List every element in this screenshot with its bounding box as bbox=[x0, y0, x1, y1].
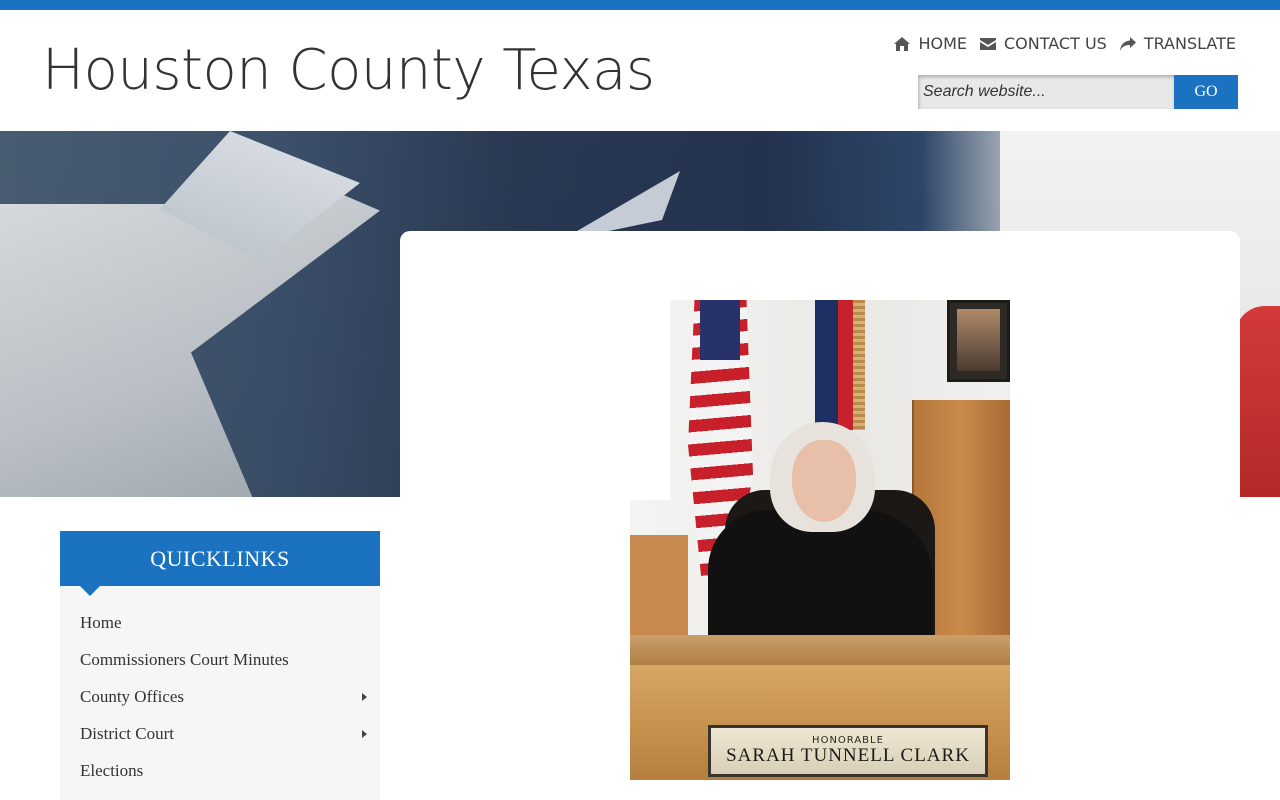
photo-background bbox=[630, 300, 670, 500]
quicklink-district-court[interactable]: District Court bbox=[60, 715, 380, 752]
photo-us-flag-canton bbox=[700, 300, 740, 360]
top-navigation: HOME CONTACT US TRANSLATE bbox=[893, 34, 1236, 53]
search-go-button[interactable]: GO bbox=[1174, 75, 1238, 109]
photo-nameplate: HONORABLE SARAH TUNNELL CLARK bbox=[708, 725, 988, 777]
caret-right-icon bbox=[362, 693, 367, 701]
nameplate-name: SARAH TUNNELL CLARK bbox=[726, 745, 970, 767]
quicklinks-list: Home Commissioners Court Minutes County … bbox=[60, 586, 380, 789]
quicklink-elections[interactable]: Elections bbox=[60, 752, 380, 789]
nav-home-label: HOME bbox=[918, 34, 967, 53]
photo-portrait-frame bbox=[947, 300, 1010, 382]
quicklink-county-offices[interactable]: County Offices bbox=[60, 678, 380, 715]
quicklinks-title: QUICKLINKS bbox=[150, 545, 290, 571]
share-arrow-icon bbox=[1119, 36, 1136, 51]
site-title[interactable]: Houston County Texas bbox=[42, 38, 655, 103]
quicklink-label: Home bbox=[80, 612, 122, 632]
home-icon bbox=[894, 36, 911, 51]
nav-contact-label: CONTACT US bbox=[1003, 34, 1107, 53]
nav-translate-link[interactable]: TRANSLATE bbox=[1119, 34, 1236, 53]
photo-bench-top bbox=[630, 635, 1010, 665]
photo-judge-face bbox=[792, 440, 856, 522]
quicklink-commissioners-court-minutes[interactable]: Commissioners Court Minutes bbox=[60, 641, 380, 678]
search-form: GO bbox=[918, 75, 1238, 109]
hero-flag-red-stripe bbox=[1235, 306, 1280, 497]
quicklinks-header-notch bbox=[80, 586, 100, 596]
photo-texas-flag bbox=[815, 300, 853, 430]
quicklink-label: County Offices bbox=[80, 686, 185, 706]
photo-cabinet bbox=[630, 535, 688, 645]
nav-contact-link[interactable]: CONTACT US bbox=[979, 34, 1107, 53]
quicklinks-header: QUICKLINKS bbox=[60, 531, 380, 596]
search-input[interactable] bbox=[918, 75, 1174, 109]
judge-photo: HONORABLE SARAH TUNNELL CLARK bbox=[630, 300, 1010, 780]
quicklink-home[interactable]: Home bbox=[60, 604, 380, 641]
nav-home-link[interactable]: HOME bbox=[893, 34, 967, 53]
quicklink-label: Elections bbox=[80, 760, 144, 780]
caret-right-icon bbox=[362, 730, 367, 738]
photo-portrait bbox=[957, 309, 1000, 371]
envelope-icon bbox=[979, 37, 996, 50]
top-accent-bar bbox=[0, 0, 1280, 10]
quicklink-label: District Court bbox=[80, 723, 174, 743]
nav-translate-label: TRANSLATE bbox=[1143, 34, 1236, 53]
site-header: Houston County Texas HOME CONTACT US TRA… bbox=[0, 10, 1280, 131]
quicklinks-panel: QUICKLINKS Home Commissioners Court Minu… bbox=[60, 531, 380, 800]
quicklink-label: Commissioners Court Minutes bbox=[80, 649, 289, 669]
